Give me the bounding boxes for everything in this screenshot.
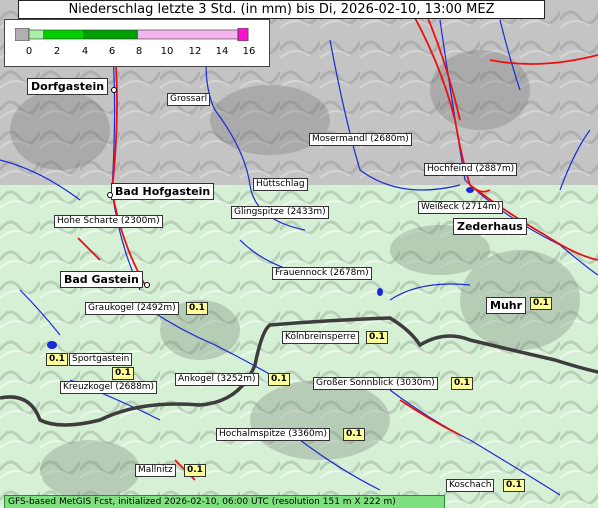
legend-tick: 10 xyxy=(160,46,174,57)
place-label-koschach[interactable]: Koschach xyxy=(446,479,495,492)
place-label-glingspitze[interactable]: Glingspitze (2433m) xyxy=(231,206,329,219)
place-label-hohe-scharte[interactable]: Hohe Scharte (2300m) xyxy=(54,215,163,228)
place-label-ankogel[interactable]: Ankogel (3252m) xyxy=(175,373,259,386)
place-marker xyxy=(111,87,117,93)
legend-tick: 14 xyxy=(215,46,229,57)
precip-value: 0.1 xyxy=(46,353,68,366)
place-label-weisseck[interactable]: Weißeck (2714m) xyxy=(418,201,504,214)
precip-value: 0.1 xyxy=(186,302,208,315)
place-label-bad-gastein[interactable]: Bad Gastein xyxy=(60,271,143,288)
place-label-sportgastein[interactable]: Sportgastein xyxy=(69,353,133,366)
place-label-hochfeind[interactable]: Hochfeind (2887m) xyxy=(424,163,518,176)
place-label-dorfgastein[interactable]: Dorfgastein xyxy=(27,78,109,95)
legend-tick: 0 xyxy=(25,46,33,57)
place-label-sonnblick[interactable]: Großer Sonnblick (3030m) xyxy=(313,377,438,390)
place-label-zederhaus[interactable]: Zederhaus xyxy=(453,218,527,235)
map-title: Niederschlag letzte 3 Std. (in mm) bis D… xyxy=(18,0,545,19)
place-label-huettschlag[interactable]: Hüttschlag xyxy=(253,178,308,191)
place-label-bad-hofgastein[interactable]: Bad Hofgastein xyxy=(111,183,215,200)
place-label-hochalmspitze[interactable]: Hochalmspitze (3360m) xyxy=(216,428,330,441)
place-marker xyxy=(144,282,150,288)
precip-value: 0.1 xyxy=(451,377,473,390)
forecast-footer: GFS-based MetGIS Fcst, initialized 2026-… xyxy=(4,495,445,508)
legend-tick: 4 xyxy=(81,46,89,57)
precip-value: 0.1 xyxy=(268,373,290,386)
legend: 0 2 4 6 8 10 12 14 16 xyxy=(4,19,270,67)
precipitation-map: Niederschlag letzte 3 Std. (in mm) bis D… xyxy=(0,0,598,508)
precip-value: 0.1 xyxy=(503,479,525,492)
legend-tick: 6 xyxy=(108,46,116,57)
place-marker xyxy=(107,192,113,198)
legend-tick: 8 xyxy=(135,46,143,57)
precip-value: 0.1 xyxy=(112,367,134,380)
legend-tick: 12 xyxy=(188,46,202,57)
place-label-koelnbreinsperre[interactable]: Kölnbreinsperre xyxy=(282,331,359,344)
precip-value: 0.1 xyxy=(184,464,206,477)
legend-tick: 2 xyxy=(53,46,61,57)
place-label-graukogel[interactable]: Graukogel (2492m) xyxy=(85,302,179,315)
place-label-grossarl[interactable]: Grossarl xyxy=(167,93,211,106)
legend-colorbar xyxy=(15,28,249,41)
precip-value: 0.1 xyxy=(343,428,365,441)
legend-tick: 16 xyxy=(242,46,256,57)
precip-value: 0.1 xyxy=(530,297,552,310)
precip-value: 0.1 xyxy=(366,331,388,344)
place-label-kreuzkogel[interactable]: Kreuzkogel (2688m) xyxy=(60,381,158,394)
place-label-mallnitz[interactable]: Mallnitz xyxy=(135,464,176,477)
place-label-mosermandl[interactable]: Mosermandl (2680m) xyxy=(309,133,412,146)
place-label-frauennock[interactable]: Frauennock (2678m) xyxy=(272,267,372,280)
place-label-muhr[interactable]: Muhr xyxy=(486,297,527,314)
